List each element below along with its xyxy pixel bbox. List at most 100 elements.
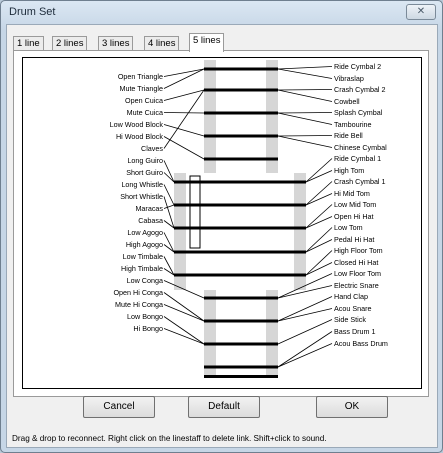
link-line — [277, 135, 333, 137]
tab-1-line[interactable]: 1 line — [13, 36, 44, 51]
right-instrument-bass-drum-1[interactable]: Bass Drum 1 — [334, 327, 376, 336]
link-line — [305, 158, 333, 183]
link-line — [305, 181, 333, 206]
right-instrument-high-floor-tom[interactable]: High Floor Tom — [334, 246, 383, 255]
cancel-button[interactable]: Cancel — [83, 396, 155, 418]
right-instrument-acou-snare[interactable]: Acou Snare — [334, 304, 372, 313]
left-instrument-cabasa[interactable]: Cabasa — [138, 216, 163, 225]
left-instrument-maracas[interactable]: Maracas — [135, 204, 163, 213]
link-line — [277, 319, 333, 345]
link-line — [277, 89, 333, 102]
right-instrument-crash-cymbal-1[interactable]: Crash Cymbal 1 — [334, 177, 386, 186]
left-instrument-short-guiro[interactable]: Short Guiro — [126, 168, 163, 177]
default-button[interactable]: Default — [188, 396, 260, 418]
left-instrument-high-timbale[interactable]: High Timbale — [121, 264, 163, 273]
right-instrument-high-tom[interactable]: High Tom — [334, 166, 364, 175]
link-line — [277, 308, 333, 322]
link-line — [305, 239, 333, 253]
close-icon[interactable]: ✕ — [406, 4, 436, 20]
left-instrument-low-agogo[interactable]: Low Agogo — [127, 228, 163, 237]
link-line — [277, 135, 333, 148]
left-instrument-hi-bongo[interactable]: Hi Bongo — [133, 324, 163, 333]
staff-line — [174, 250, 306, 254]
right-instrument-low-mid-tom[interactable]: Low Mid Tom — [334, 200, 376, 209]
staff-line — [204, 111, 278, 115]
staff-line — [204, 319, 278, 323]
link-line — [163, 232, 175, 253]
right-instrument-crash-cymbal-2[interactable]: Crash Cymbal 2 — [334, 85, 386, 94]
left-instrument-mute-triangle[interactable]: Mute Triangle — [119, 84, 163, 93]
right-instrument-low-floor-tom[interactable]: Low Floor Tom — [334, 269, 381, 278]
left-instrument-open-hi-conga[interactable]: Open Hi Conga — [113, 288, 163, 297]
right-instrument-cowbell[interactable]: Cowbell — [334, 97, 360, 106]
right-instrument-splash-cymbal[interactable]: Splash Cymbal — [334, 108, 382, 117]
link-line — [305, 193, 333, 206]
right-instrument-hi-mid-tom[interactable]: Hi Mid Tom — [334, 189, 370, 198]
staff-band-right — [266, 290, 278, 377]
right-instrument-ride-cymbal-2[interactable]: Ride Cymbal 2 — [334, 62, 381, 71]
staff-line — [174, 203, 306, 207]
left-instrument-low-conga[interactable]: Low Conga — [127, 276, 163, 285]
link-line — [163, 124, 205, 137]
left-instrument-hi-wood-block[interactable]: Hi Wood Block — [116, 132, 163, 141]
staff-line — [204, 342, 278, 346]
left-instrument-open-triangle[interactable]: Open Triangle — [118, 72, 163, 81]
link-line — [305, 262, 333, 276]
dialog-client-area: 1 line 2 lines 3 lines 4 lines 5 lines O… — [6, 24, 438, 448]
right-instrument-closed-hi-hat[interactable]: Closed Hi Hat — [334, 258, 378, 267]
staff-band-right — [294, 173, 306, 290]
left-instrument-long-whistle[interactable]: Long Whistle — [121, 180, 163, 189]
right-instrument-pedal-hi-hat[interactable]: Pedal Hi Hat — [334, 235, 374, 244]
link-line — [163, 328, 205, 345]
link-line — [163, 68, 205, 89]
staff-line — [174, 180, 306, 184]
link-line — [163, 172, 175, 183]
left-instrument-high-agogo[interactable]: High Agogo — [126, 240, 163, 249]
link-line — [305, 204, 333, 229]
left-instrument-low-timbale[interactable]: Low Timbale — [123, 252, 163, 261]
right-instrument-ride-cymbal-1[interactable]: Ride Cymbal 1 — [334, 154, 381, 163]
tab-2-lines[interactable]: 2 lines — [52, 36, 88, 51]
tab-4-lines[interactable]: 4 lines — [144, 36, 180, 51]
link-line — [305, 250, 333, 276]
link-line — [163, 112, 205, 114]
status-hint: Drag & drop to reconnect. Right click on… — [12, 434, 327, 443]
right-instrument-side-stick[interactable]: Side Stick — [334, 315, 366, 324]
staff-line — [204, 296, 278, 300]
link-line — [277, 66, 333, 70]
staff-line — [204, 365, 278, 369]
left-instrument-mute-cuica[interactable]: Mute Cuica — [127, 108, 163, 117]
drum-map-canvas[interactable]: Open Triangle Mute Triangle Open Cuica Mute… — [22, 57, 422, 389]
left-instrument-long-guiro[interactable]: Long Guiro — [127, 156, 163, 165]
right-instrument-acou-bass-drum[interactable]: Acou Bass Drum — [334, 339, 388, 348]
link-line — [277, 112, 333, 114]
right-instrument-open-hi-hat[interactable]: Open Hi Hat — [334, 212, 374, 221]
right-instrument-electric-snare[interactable]: Electric Snare — [334, 281, 379, 290]
right-instrument-chinese-cymbal[interactable]: Chinese Cymbal — [334, 143, 387, 152]
right-instrument-hand-clap[interactable]: Hand Clap — [334, 292, 368, 301]
staff-band-left — [204, 60, 216, 173]
link-line — [305, 170, 333, 183]
right-instrument-ride-bell[interactable]: Ride Bell — [334, 131, 363, 140]
right-instrument-tambourine[interactable]: Tambourine — [334, 120, 372, 129]
link-line — [163, 160, 175, 183]
left-instrument-claves[interactable]: Claves — [141, 144, 163, 153]
left-instrument-mute-hi-conga[interactable]: Mute Hi Conga — [115, 300, 163, 309]
ok-button[interactable]: OK — [316, 396, 388, 418]
link-line — [277, 89, 333, 91]
staff-line — [204, 375, 278, 378]
selection-box — [189, 175, 201, 249]
staff-line — [204, 157, 278, 161]
left-instrument-low-wood-block[interactable]: Low Wood Block — [110, 120, 163, 129]
staff-line — [204, 134, 278, 138]
tab-3-lines[interactable]: 3 lines — [98, 36, 134, 51]
staff-band-right — [266, 60, 278, 173]
link-line — [277, 331, 333, 368]
right-instrument-low-tom[interactable]: Low Tom — [334, 223, 363, 232]
right-instrument-vibraslap[interactable]: Vibraslap — [334, 74, 364, 83]
tab-5-lines[interactable]: 5 lines — [189, 33, 225, 52]
left-instrument-low-bongo[interactable]: Low Bongo — [127, 312, 163, 321]
left-instrument-short-whistle[interactable]: Short Whistle — [120, 192, 163, 201]
staff-band-left — [204, 290, 216, 377]
left-instrument-open-cuica[interactable]: Open Cuica — [125, 96, 163, 105]
